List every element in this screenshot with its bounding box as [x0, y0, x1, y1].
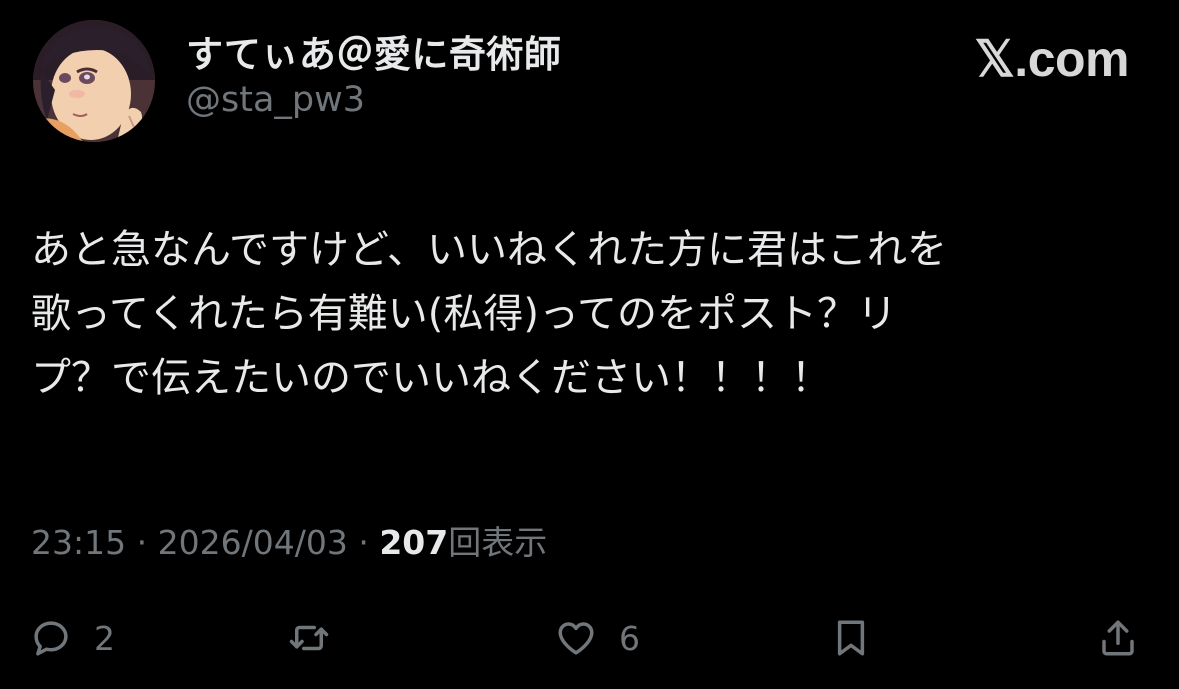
- meta-separator: ·: [358, 523, 369, 562]
- views-label: 回表示: [448, 523, 548, 562]
- reply-button[interactable]: 2: [30, 606, 115, 670]
- brand-logo: 𝕏.com: [974, 31, 1130, 87]
- repost-icon: [288, 617, 330, 659]
- like-button[interactable]: 6: [555, 606, 640, 670]
- action-bar: 2 6: [0, 606, 1179, 670]
- tweet-time[interactable]: 23:15: [31, 523, 126, 562]
- tweet-meta: 23:15 · 2026/04/03 · 207回表示: [31, 516, 547, 564]
- tweet-date[interactable]: 2026/04/03: [158, 523, 348, 562]
- tweet-text-line: あと急なんですけど、いいねくれた方に君はこれを: [31, 227, 947, 273]
- avatar[interactable]: [33, 20, 155, 142]
- tweet-text-line: 歌ってくれたら有難い(私得)ってのをポスト？リ: [31, 291, 898, 337]
- reply-count: 2: [94, 618, 115, 658]
- bookmark-button[interactable]: [830, 606, 872, 670]
- like-count: 6: [619, 618, 640, 658]
- views-count: 207: [379, 523, 449, 562]
- display-name[interactable]: すてぃあ＠愛に奇術師: [186, 24, 561, 78]
- avatar-illustration: [33, 20, 155, 142]
- repost-button[interactable]: [288, 606, 330, 670]
- reply-icon: [30, 617, 72, 659]
- tweet-text: あと急なんですけど、いいねくれた方に君はこれを 歌ってくれたら有難い(私得)って…: [31, 218, 1151, 410]
- share-icon: [1097, 617, 1139, 659]
- share-button[interactable]: [1097, 606, 1139, 670]
- heart-icon: [555, 617, 597, 659]
- meta-separator: ·: [136, 523, 148, 562]
- tweet-text-line: プ？で伝えたいのでいいねください！！！！: [31, 355, 831, 401]
- user-handle[interactable]: @sta_pw3: [186, 80, 365, 120]
- bookmark-icon: [830, 617, 872, 659]
